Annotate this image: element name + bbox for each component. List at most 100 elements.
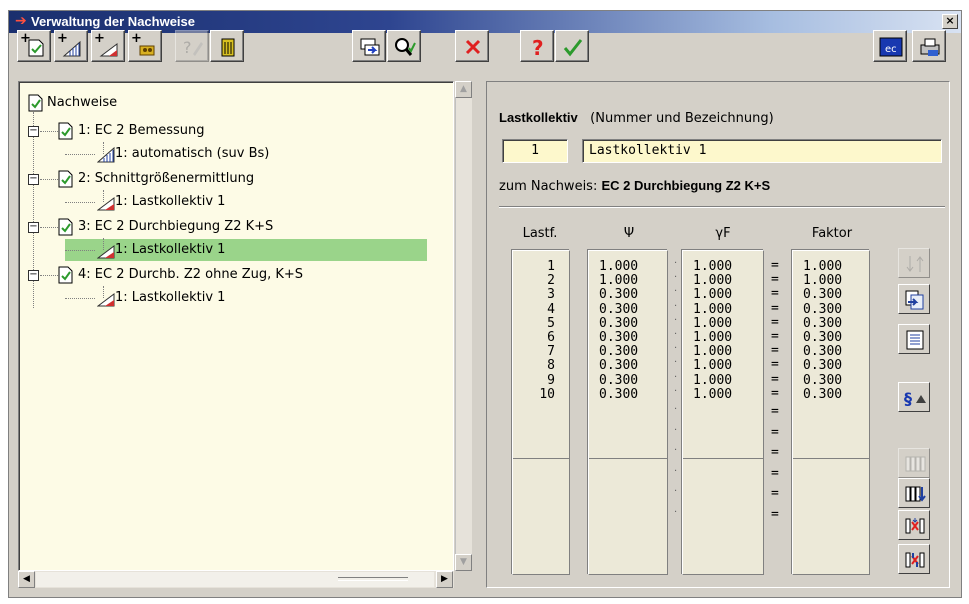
tree-item-nachweis-4[interactable]: − 4: EC 2 Durchb. Z2 ohne Zug, K+S: [27, 264, 427, 286]
nachweis-doc-icon: [58, 170, 73, 188]
close-button[interactable]: ×: [942, 14, 958, 29]
ok-button[interactable]: [555, 30, 589, 62]
tree-child-2-1[interactable]: 1: Lastkollektiv 1: [65, 191, 425, 213]
lastf-cell: 10: [539, 386, 555, 402]
faktor-cell: 0.300: [803, 386, 843, 402]
tree-vertical-scrollbar[interactable]: ▲ ▼: [455, 81, 472, 571]
new-lastkollektiv-bemessung-button[interactable]: +: [54, 30, 88, 62]
scroll-up-arrow-icon[interactable]: ▲: [455, 81, 472, 98]
psi-cell[interactable]: 0.300: [599, 330, 638, 345]
tree-child-3-1[interactable]: 1: Lastkollektiv 1: [65, 239, 427, 261]
columns-swap-button[interactable]: [898, 544, 930, 574]
lastf-column: 1 2 3 4 5 6 7 8 9 10: [512, 250, 570, 575]
multiply-dot: ·: [674, 357, 678, 369]
psi-cell[interactable]: 0.300: [599, 287, 638, 302]
gamma-column[interactable]: 1.000 1.000 1.000 1.000 1.000 1.000 1.000 1.000…: [682, 250, 764, 575]
move-down-up-button[interactable]: [898, 248, 930, 278]
psi-cell[interactable]: 0.300: [599, 387, 638, 402]
psi-cell[interactable]: 0.300: [599, 358, 638, 373]
columns-sort-button[interactable]: [898, 478, 930, 508]
equals-sign: =: [771, 445, 779, 460]
tree-item-nachweis-1[interactable]: − 1: EC 2 Bemessung: [27, 120, 427, 142]
table-icon: [906, 330, 924, 350]
psi-cell[interactable]: 0.300: [599, 344, 638, 359]
tree-guide: [40, 131, 58, 132]
print-button[interactable]: [912, 30, 946, 62]
tree-child-1-1[interactable]: 1: automatisch (suv Bs): [65, 143, 425, 165]
gamma-cell[interactable]: 1.000: [693, 259, 732, 274]
delete-button[interactable]: [210, 30, 244, 62]
tree-item-nachweis-3[interactable]: − 3: EC 2 Durchbiegung Z2 K+S: [27, 216, 427, 238]
scroll-right-arrow-icon[interactable]: ▶: [436, 571, 453, 588]
scroll-thumb[interactable]: [338, 577, 408, 581]
scroll-left-arrow-icon[interactable]: ◀: [18, 571, 35, 588]
equals-sign: =: [771, 343, 779, 359]
collapse-icon[interactable]: −: [28, 174, 39, 185]
gamma-cell[interactable]: 1.000: [693, 273, 732, 288]
equals-sign: =: [771, 404, 779, 419]
collapse-icon[interactable]: −: [28, 126, 39, 137]
gamma-cell[interactable]: 1.000: [693, 373, 732, 388]
psi-column[interactable]: 1.000 1.000 0.300 0.300 0.300 0.300 0.300 0.300…: [588, 250, 668, 575]
copy-button[interactable]: [352, 30, 386, 62]
faktor-cell: 0.300: [803, 330, 843, 345]
help-button[interactable]: ?: [520, 30, 554, 62]
tree-guide: [103, 238, 104, 250]
window-title: Verwaltung der Nachweise: [31, 14, 196, 29]
psi-cell[interactable]: 0.300: [599, 302, 638, 317]
columns-button[interactable]: [898, 448, 930, 478]
paragraph-button[interactable]: §: [898, 382, 930, 412]
import-button[interactable]: [898, 284, 930, 314]
multiply-dot: ·: [674, 300, 678, 312]
new-lastkollektiv-icon: [99, 43, 118, 57]
tree-item-label: 4: EC 2 Durchb. Z2 ohne Zug, K+S: [78, 267, 304, 282]
search-check-icon: [395, 38, 416, 56]
tree-guide: [103, 286, 104, 298]
gamma-cell[interactable]: 1.000: [693, 287, 732, 302]
collapse-icon[interactable]: −: [28, 270, 39, 281]
multiply-dot: ·: [674, 329, 678, 340]
equals-sign: =: [771, 258, 779, 273]
gamma-cell[interactable]: 1.000: [693, 330, 732, 345]
columns-sort-icon: [905, 486, 926, 502]
tree-child-4-1[interactable]: 1: Lastkollektiv 1: [65, 287, 425, 309]
collapse-icon[interactable]: −: [28, 222, 39, 233]
equals-sign: =: [771, 486, 779, 501]
psi-cell[interactable]: 1.000: [599, 273, 638, 288]
lastkollektiv-name-field[interactable]: Lastkollektiv 1: [582, 139, 942, 163]
equals-sign: =: [771, 329, 779, 344]
lastkollektiv-number-field[interactable]: 1: [502, 139, 568, 163]
search-check-button[interactable]: [387, 30, 421, 62]
tree-root[interactable]: Nachweise: [27, 92, 327, 114]
column-divider: [513, 458, 569, 459]
lastkollektiv-icon: [97, 245, 115, 259]
lastkollektiv-heading-rest: (Nummer und Bezeichnung): [590, 111, 774, 126]
columns-delete-button[interactable]: [898, 510, 930, 540]
tree-horizontal-scrollbar[interactable]: ◀ ▶: [18, 571, 454, 588]
lastf-cell: 6: [547, 330, 555, 345]
gamma-cell[interactable]: 1.000: [693, 316, 732, 331]
eurocode-button[interactable]: ec: [873, 30, 907, 62]
gamma-cell[interactable]: 1.000: [693, 302, 732, 317]
cancel-button[interactable]: [455, 30, 489, 62]
col-header-gamma: γF: [715, 226, 731, 241]
scroll-down-arrow-icon[interactable]: ▼: [455, 554, 472, 571]
psi-cell[interactable]: 0.300: [599, 316, 638, 331]
new-material-button[interactable]: +: [128, 30, 162, 62]
tree-item-nachweis-2[interactable]: − 2: Schnittgrößenermittlung: [27, 168, 427, 190]
app-arrow-icon: ➔: [15, 13, 27, 29]
tree-guide: [40, 179, 58, 180]
multiply-dot: ·: [674, 506, 678, 518]
psi-cell[interactable]: 1.000: [599, 259, 638, 274]
edit-icon: ?: [183, 38, 203, 57]
new-lastkollektiv-button[interactable]: +: [91, 30, 125, 62]
gamma-cell[interactable]: 1.000: [693, 358, 732, 373]
gamma-cell[interactable]: 1.000: [693, 344, 732, 359]
table-button[interactable]: [898, 324, 930, 354]
gamma-cell[interactable]: 1.000: [693, 387, 732, 402]
psi-cell[interactable]: 0.300: [599, 373, 638, 388]
faktor-cell: 0.300: [803, 287, 843, 303]
tree-item-label: 2: Schnittgrößenermittlung: [78, 171, 255, 186]
edit-button[interactable]: ?: [175, 30, 209, 62]
new-nachweis-button[interactable]: +: [17, 30, 51, 62]
